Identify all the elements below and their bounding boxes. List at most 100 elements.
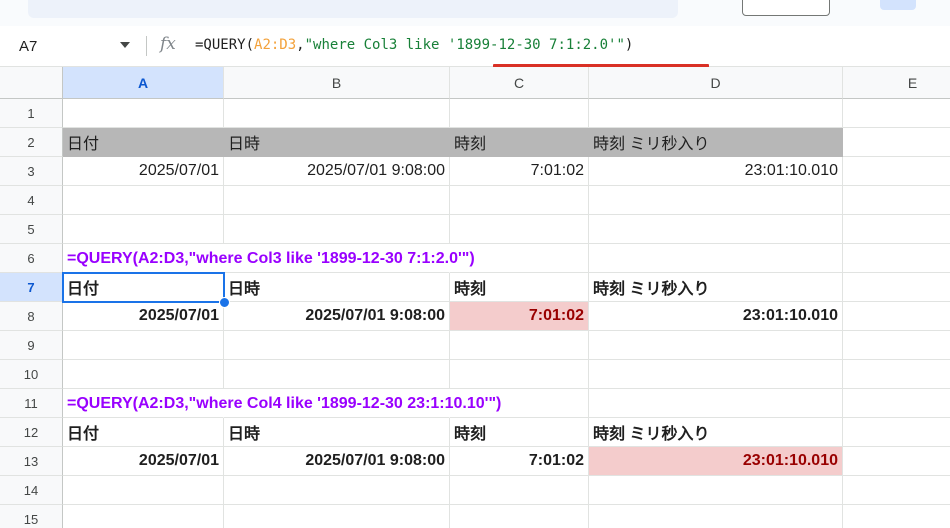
cell[interactable] (589, 244, 843, 273)
cell-d3[interactable]: 23:01:10.010 (589, 157, 843, 186)
cell-d2[interactable]: 時刻 ミリ秒入り (589, 128, 843, 157)
cell[interactable] (589, 215, 843, 244)
cell-d12[interactable]: 時刻 ミリ秒入り (589, 418, 843, 447)
row-header-7[interactable]: 7 (0, 273, 63, 302)
cell-a8[interactable]: 2025/07/01 (63, 302, 224, 331)
cell-b7[interactable]: 日時 (224, 273, 450, 302)
cell[interactable] (589, 186, 843, 215)
cell-c8-highlighted[interactable]: 7:01:02 (450, 302, 589, 331)
cell[interactable] (843, 215, 950, 244)
cell-a3[interactable]: 2025/07/01 (63, 157, 224, 186)
toolbar (0, 0, 950, 26)
cell[interactable] (843, 157, 950, 186)
cell[interactable] (589, 331, 843, 360)
name-box[interactable]: A7 (10, 34, 136, 58)
cell-b3[interactable]: 2025/07/01 9:08:00 (224, 157, 450, 186)
row-header-8[interactable]: 8 (0, 302, 63, 331)
cell[interactable] (843, 505, 950, 528)
cell-b12[interactable]: 日時 (224, 418, 450, 447)
cell[interactable] (589, 476, 843, 505)
cell[interactable] (843, 418, 950, 447)
share-button[interactable] (880, 0, 916, 10)
column-header-a[interactable]: A (63, 67, 224, 99)
cell-b13[interactable]: 2025/07/01 9:08:00 (224, 447, 450, 476)
cell[interactable] (450, 331, 589, 360)
cell[interactable] (843, 331, 950, 360)
cell[interactable] (224, 360, 450, 389)
chevron-down-icon[interactable] (120, 42, 130, 48)
cell[interactable] (843, 389, 950, 418)
cell[interactable] (224, 505, 450, 528)
cell-a12[interactable]: 日付 (63, 418, 224, 447)
cell[interactable] (224, 476, 450, 505)
cell-a13[interactable]: 2025/07/01 (63, 447, 224, 476)
cell[interactable] (843, 99, 950, 128)
cell[interactable] (63, 476, 224, 505)
cell-c7[interactable]: 時刻 (450, 273, 589, 302)
cell[interactable] (450, 215, 589, 244)
cell[interactable] (589, 505, 843, 528)
column-header-c[interactable]: C (450, 67, 589, 99)
cell[interactable] (843, 273, 950, 302)
row-header-4[interactable]: 4 (0, 186, 63, 215)
row-header-5[interactable]: 5 (0, 215, 63, 244)
cell[interactable] (843, 186, 950, 215)
cell[interactable] (63, 360, 224, 389)
formula-prefix: =QUERY( (195, 37, 255, 53)
cell[interactable] (63, 215, 224, 244)
row-header-14[interactable]: 14 (0, 476, 63, 505)
cell[interactable] (589, 360, 843, 389)
cell[interactable] (843, 244, 950, 273)
cell[interactable] (224, 331, 450, 360)
cell[interactable] (450, 476, 589, 505)
cell-b2[interactable]: 日時 (224, 128, 450, 157)
cell[interactable] (450, 99, 589, 128)
cell[interactable] (450, 186, 589, 215)
cell[interactable] (589, 389, 843, 418)
row-header-12[interactable]: 12 (0, 418, 63, 447)
column-header-d[interactable]: D (589, 67, 843, 99)
cell[interactable] (843, 360, 950, 389)
row-header-10[interactable]: 10 (0, 360, 63, 389)
cell-c13[interactable]: 7:01:02 (450, 447, 589, 476)
column-header-e[interactable]: E (843, 67, 950, 99)
cell-c12[interactable]: 時刻 (450, 418, 589, 447)
cell-d13-highlighted[interactable]: 23:01:10.010 (589, 447, 843, 476)
cell[interactable] (843, 302, 950, 331)
menu-strip[interactable] (28, 0, 678, 18)
cell[interactable] (450, 360, 589, 389)
cell-b8[interactable]: 2025/07/01 9:08:00 (224, 302, 450, 331)
cell[interactable] (224, 99, 450, 128)
select-all-corner[interactable] (0, 67, 63, 99)
column-header-b[interactable]: B (224, 67, 450, 99)
row-header-3[interactable]: 3 (0, 157, 63, 186)
row-header-1[interactable]: 1 (0, 99, 63, 128)
cell[interactable] (843, 128, 950, 157)
fill-handle[interactable] (219, 297, 230, 308)
toolbar-button[interactable] (742, 0, 830, 16)
cell[interactable] (843, 476, 950, 505)
row-header-2[interactable]: 2 (0, 128, 63, 157)
cell-d8[interactable]: 23:01:10.010 (589, 302, 843, 331)
spreadsheet-grid[interactable]: A B C D E 1 2 3 4 5 6 7 8 9 10 11 12 13 … (0, 67, 950, 528)
cell-a2[interactable]: 日付 (63, 128, 224, 157)
cell[interactable] (63, 505, 224, 528)
row-header-9[interactable]: 9 (0, 331, 63, 360)
cell[interactable] (589, 99, 843, 128)
formula-input[interactable]: =QUERY(A2:D3,"where Col3 like '1899-12-3… (195, 37, 633, 53)
cell-c3[interactable]: 7:01:02 (450, 157, 589, 186)
cell-a7[interactable]: 日付 (63, 273, 224, 302)
row-header-13[interactable]: 13 (0, 447, 63, 476)
cell[interactable] (224, 215, 450, 244)
cell-c2[interactable]: 時刻 (450, 128, 589, 157)
row-header-6[interactable]: 6 (0, 244, 63, 273)
cell[interactable] (224, 186, 450, 215)
row-header-15[interactable]: 15 (0, 505, 63, 528)
cell-d7[interactable]: 時刻 ミリ秒入り (589, 273, 843, 302)
cell[interactable] (843, 447, 950, 476)
cell[interactable] (450, 505, 589, 528)
row-header-11[interactable]: 11 (0, 389, 63, 418)
cell[interactable] (63, 99, 224, 128)
cell[interactable] (63, 331, 224, 360)
cell[interactable] (63, 186, 224, 215)
